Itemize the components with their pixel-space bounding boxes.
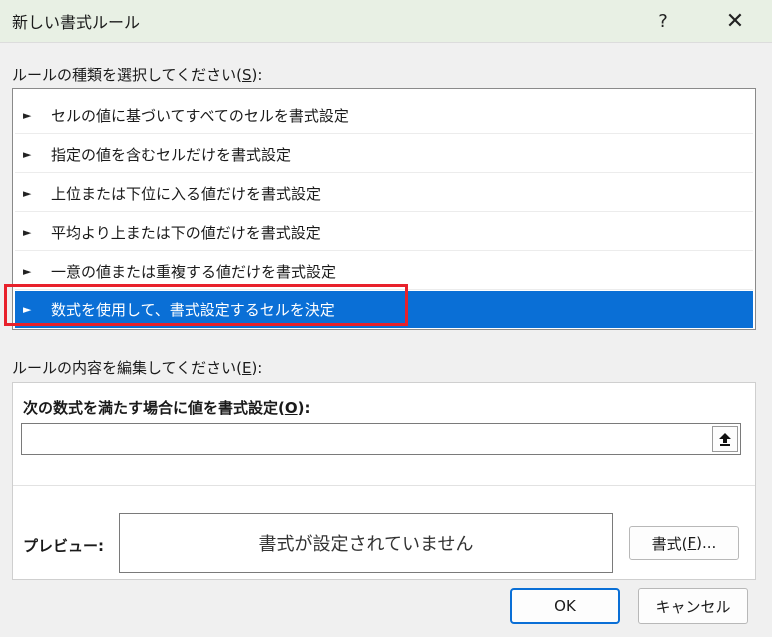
rule-item-unique-duplicate[interactable]: ► 一意の値または重複する値だけを書式設定 <box>15 253 753 290</box>
triangle-right-icon: ► <box>23 186 32 200</box>
edit-rule-panel: 次の数式を満たす場合に値を書式設定(O): プレビュー: 書式が設定されていませ… <box>12 382 756 580</box>
cancel-button[interactable]: キャンセル <box>638 588 748 624</box>
triangle-right-icon: ► <box>23 225 32 239</box>
triangle-right-icon: ► <box>23 108 32 122</box>
help-button[interactable]: ? <box>640 0 686 42</box>
rule-item-label: 平均より上または下の値だけを書式設定 <box>51 223 321 242</box>
close-icon: ✕ <box>725 8 745 34</box>
arrow-up-icon <box>719 433 731 446</box>
triangle-right-icon: ► <box>23 303 32 316</box>
rule-item-label: 指定の値を含むセルだけを書式設定 <box>51 145 292 164</box>
help-icon: ? <box>658 10 668 32</box>
edit-rule-label: ルールの内容を編集してください(E): <box>12 359 263 377</box>
triangle-right-icon: ► <box>23 264 32 278</box>
rule-item-label: 数式を使用して、書式設定するセルを決定 <box>51 301 335 319</box>
formula-input[interactable] <box>21 423 741 455</box>
format-button[interactable]: 書式(F)... <box>629 526 739 560</box>
panel-divider <box>13 485 755 486</box>
rule-item-formula[interactable]: ► 数式を使用して、書式設定するセルを決定 <box>15 291 753 328</box>
dialog-title: 新しい書式ルール <box>12 13 141 32</box>
close-button[interactable]: ✕ <box>712 0 758 42</box>
rule-type-list[interactable]: ► セルの値に基づいてすべてのセルを書式設定 ► 指定の値を含むセルだけを書式設… <box>12 88 756 330</box>
rule-item-label: 上位または下位に入る値だけを書式設定 <box>51 184 322 203</box>
rule-item-label: セルの値に基づいてすべてのセルを書式設定 <box>51 106 349 125</box>
rule-item-contains[interactable]: ► 指定の値を含むセルだけを書式設定 <box>15 136 753 173</box>
preview-box: 書式が設定されていません <box>119 513 613 573</box>
collapse-dialog-button[interactable] <box>712 426 738 452</box>
preview-text: 書式が設定されていません <box>258 534 474 555</box>
triangle-right-icon: ► <box>23 147 32 161</box>
rule-type-label: ルールの種類を選択してください(S): <box>12 66 263 84</box>
formula-label: 次の数式を満たす場合に値を書式設定(O): <box>23 399 311 417</box>
rule-item-top-bottom[interactable]: ► 上位または下位に入る値だけを書式設定 <box>15 175 753 212</box>
title-bar: 新しい書式ルール ? ✕ <box>0 0 772 43</box>
rule-item-average[interactable]: ► 平均より上または下の値だけを書式設定 <box>15 214 753 251</box>
preview-label: プレビュー: <box>23 537 104 555</box>
rule-item-label: 一意の値または重複する値だけを書式設定 <box>51 262 337 281</box>
rule-item-cell-value[interactable]: ► セルの値に基づいてすべてのセルを書式設定 <box>15 97 753 134</box>
ok-button[interactable]: OK <box>510 588 620 624</box>
